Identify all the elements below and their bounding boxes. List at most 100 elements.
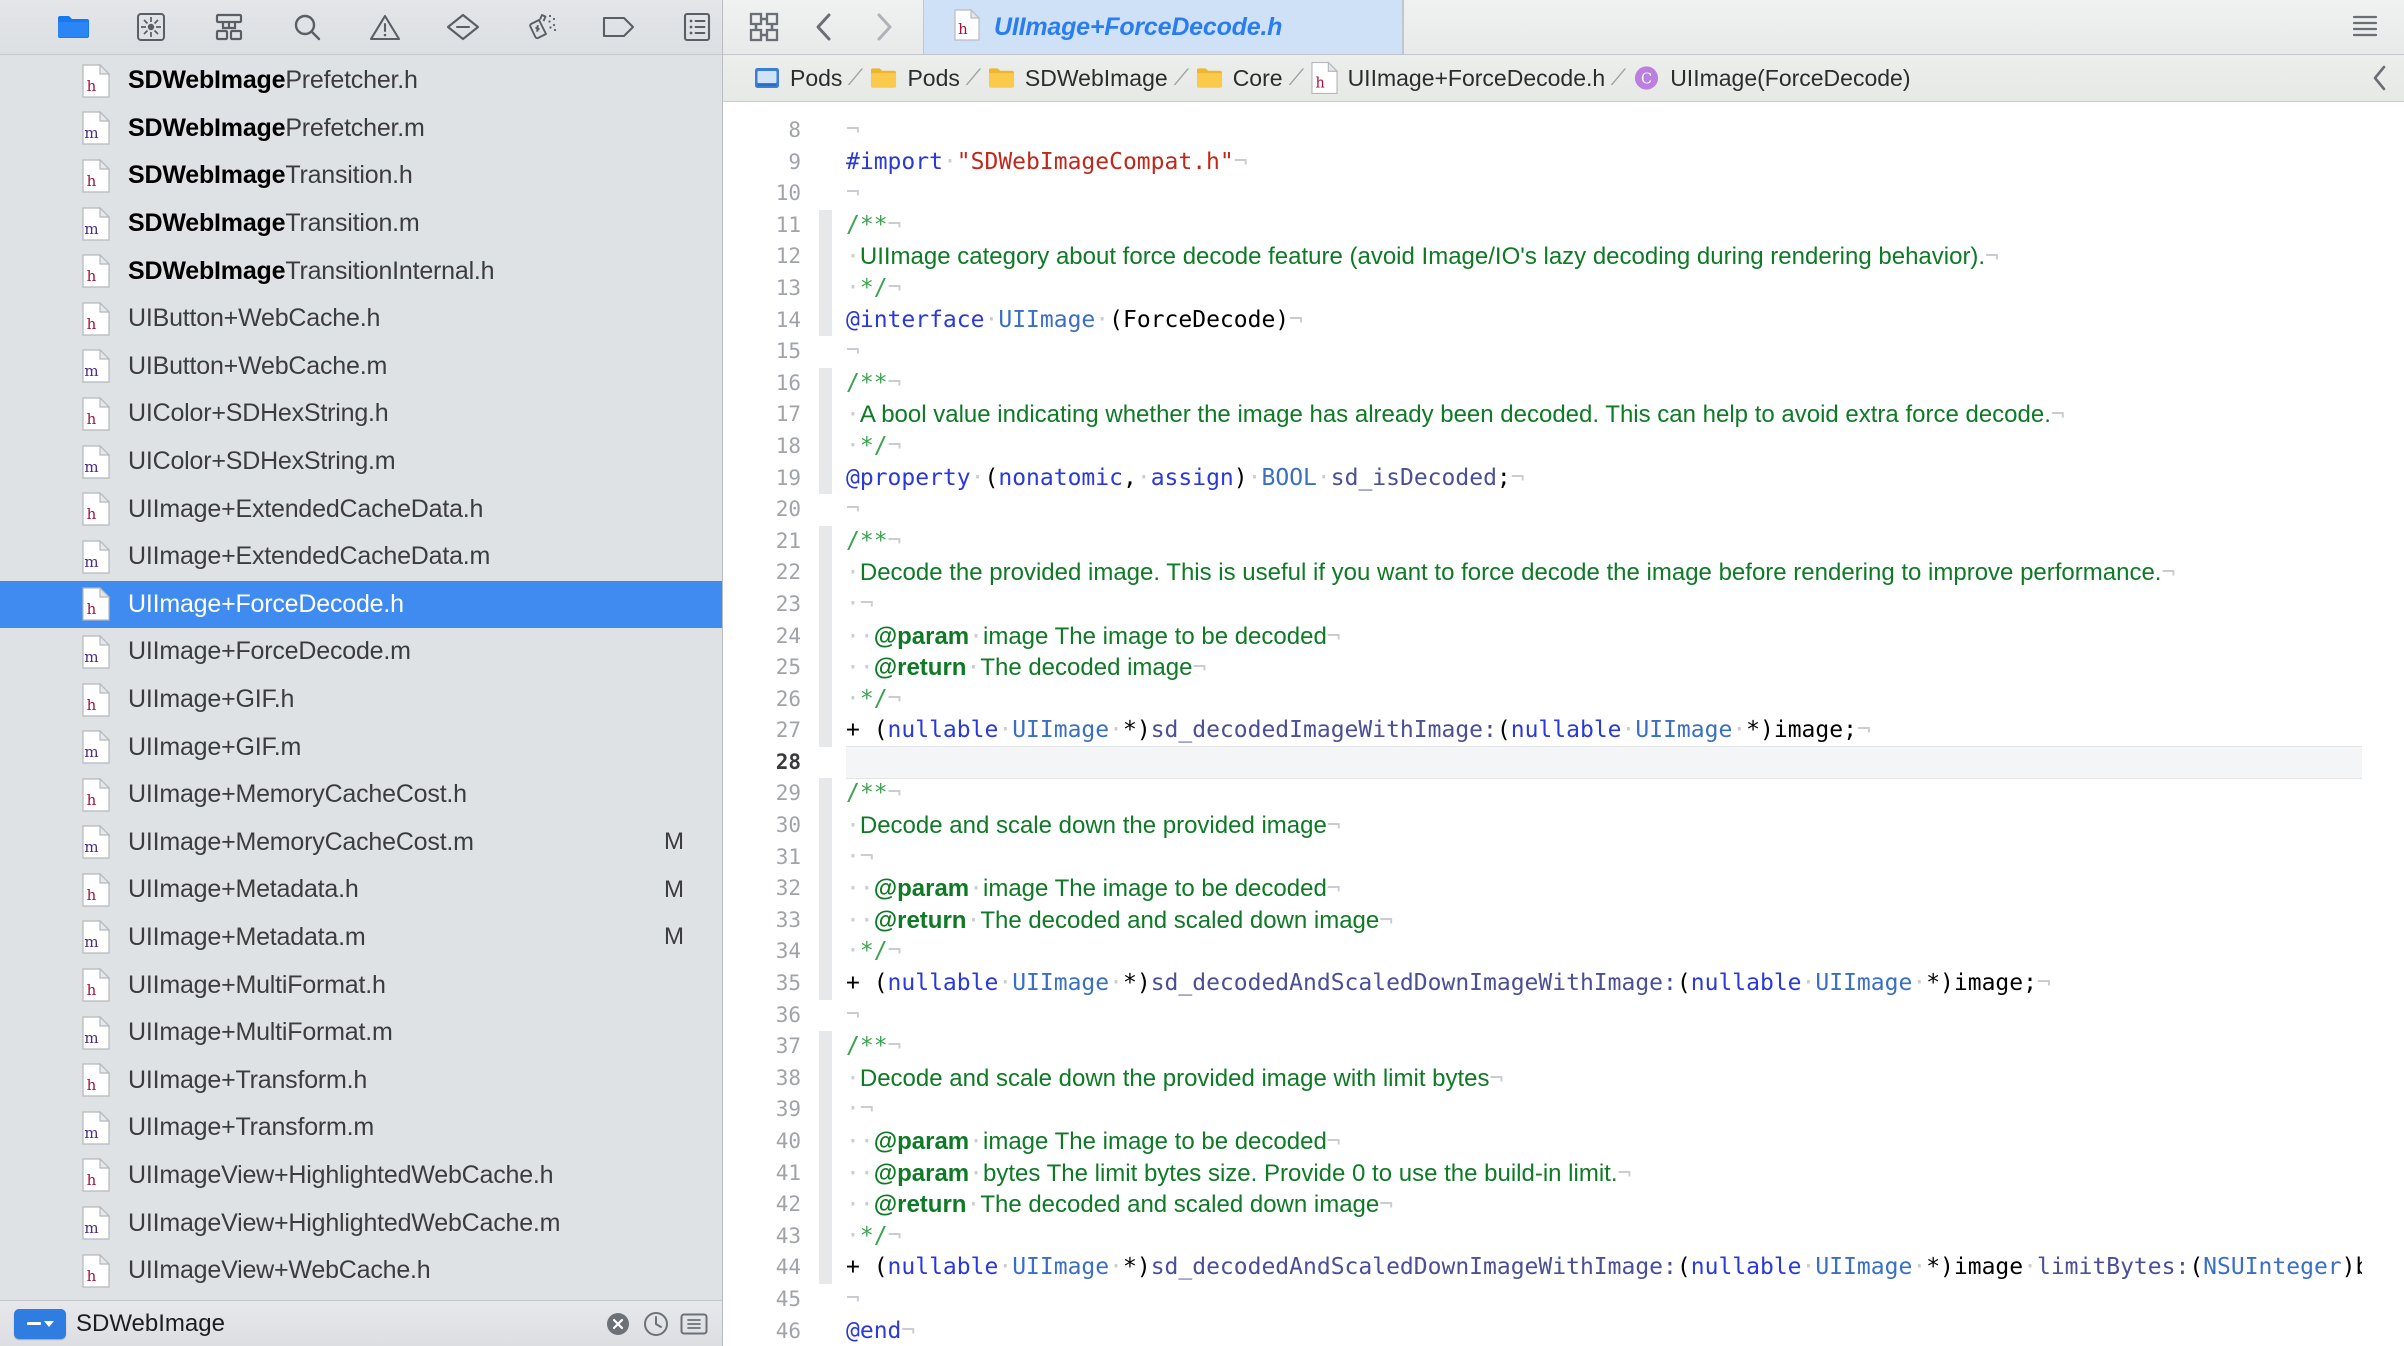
code-line[interactable]: ·A bool value indicating whether the ima…	[846, 399, 2362, 431]
chevron-left-icon[interactable]	[807, 10, 841, 44]
clock-icon[interactable]	[642, 1310, 670, 1338]
file-row[interactable]: h UIImage+Transform.h	[0, 1056, 722, 1104]
code-line[interactable]: ·¬	[846, 589, 2362, 621]
code-line[interactable]: /**¬	[846, 210, 2362, 242]
breadcrumb-item[interactable]: Core	[1188, 65, 1291, 92]
code-line[interactable]: ··@param·bytes The limit bytes size. Pro…	[846, 1158, 2362, 1190]
code-line[interactable]: ··@param·image The image to be decoded¬	[846, 873, 2362, 905]
code-line[interactable]	[846, 746, 2362, 779]
file-row[interactable]: m UIImage+ForceDecode.m	[0, 628, 722, 676]
file-row[interactable]: m UIImage+MultiFormat.m	[0, 1009, 722, 1057]
code-line[interactable]: ·*/¬	[846, 1221, 2362, 1253]
file-row[interactable]: m UIImage+Metadata.m M	[0, 914, 722, 962]
file-row[interactable]: m SDWebImagePrefetcher.m	[0, 105, 722, 153]
code-line[interactable]: + (nullable·UIImage·*)sd_decodedAndScale…	[846, 968, 2362, 1000]
file-row[interactable]: h UIImage+GIF.h	[0, 676, 722, 724]
related-items-grid-icon[interactable]	[747, 10, 781, 44]
code-line[interactable]: /**¬	[846, 368, 2362, 400]
hierarchy-icon[interactable]	[212, 10, 246, 44]
file-row[interactable]: h UIButton+WebCache.h	[0, 295, 722, 343]
filter-scope-button[interactable]	[14, 1308, 66, 1339]
code-line[interactable]: ¬	[846, 1284, 2362, 1316]
file-list[interactable]: h SDWebImagePrefetcher.h m SDWebImagePrefet…	[0, 55, 722, 1300]
code-line[interactable]: ·Decode and scale down the provided imag…	[846, 810, 2362, 842]
debug-spray-icon[interactable]	[524, 10, 558, 44]
code-line[interactable]: ¬	[846, 494, 2362, 526]
file-row[interactable]: h UIImageView+HighlightedWebCache.h	[0, 1152, 722, 1200]
code-line[interactable]: #import·"SDWebImageCompat.h"¬	[846, 147, 2362, 179]
test-diamond-icon[interactable]	[446, 10, 480, 44]
code-line[interactable]: /**¬	[846, 526, 2362, 558]
file-row[interactable]: h SDWebImageTransitionInternal.h	[0, 247, 722, 295]
breadcrumb[interactable]: Pods ∕ Pods ∕ SDWebImage ∕ Core ∕ h UIImage+Force…	[723, 55, 2404, 102]
code-token: ·	[846, 274, 860, 301]
code-line[interactable]: ·*/¬	[846, 273, 2362, 305]
code-line[interactable]: ·¬	[846, 1094, 2362, 1126]
breadcrumb-item[interactable]: h UIImage+ForceDecode.h	[1303, 61, 1614, 95]
code-line[interactable]: ·*/¬	[846, 936, 2362, 968]
editor-pane: h UIImage+ForceDecode.h Pods ∕ Pods ∕ SDWebI…	[723, 0, 2404, 1346]
file-row[interactable]: h UIImage+MemoryCacheCost.h	[0, 771, 722, 819]
chevron-right-icon[interactable]	[867, 10, 901, 44]
file-row[interactable]: h UIImage+MultiFormat.h	[0, 961, 722, 1009]
warning-triangle-icon[interactable]	[368, 10, 402, 44]
filter-input[interactable]: SDWebImage	[76, 1310, 594, 1338]
code-line[interactable]: ·Decode and scale down the provided imag…	[846, 1063, 2362, 1095]
status-badge: M	[664, 828, 684, 856]
file-row[interactable]: h UIImage+Metadata.h M	[0, 866, 722, 914]
code-token: Decode the provided image. This is usefu…	[859, 559, 2162, 587]
source-control-icon[interactable]	[134, 10, 168, 44]
file-row[interactable]: m UIButton+WebCache.m	[0, 343, 722, 391]
code-line[interactable]: ·*/¬	[846, 684, 2362, 716]
code-line[interactable]: ··@return·The decoded and scaled down im…	[846, 1189, 2362, 1221]
collapse-icon[interactable]	[680, 1310, 708, 1338]
file-row[interactable]: h UIColor+SDHexString.h	[0, 390, 722, 438]
file-row[interactable]: m UIImage+ExtendedCacheData.m	[0, 533, 722, 581]
file-row[interactable]: h SDWebImageTransition.h	[0, 152, 722, 200]
file-row[interactable]: m UIImageView+HighlightedWebCache.m	[0, 1199, 722, 1247]
code-line[interactable]: ·Decode the provided image. This is usef…	[846, 557, 2362, 589]
search-icon[interactable]	[290, 10, 324, 44]
file-row[interactable]: h UIImage+ExtendedCacheData.h	[0, 485, 722, 533]
code-line[interactable]: ··@param·image The image to be decoded¬	[846, 621, 2362, 653]
report-icon[interactable]	[680, 10, 714, 44]
breadcrumb-item[interactable]: SDWebImage	[980, 65, 1176, 92]
editor-tab-active[interactable]: h UIImage+ForceDecode.h	[923, 0, 1403, 54]
code-line[interactable]: /**¬	[846, 1031, 2362, 1063]
breadcrumb-item[interactable]: Pods	[862, 65, 967, 92]
file-row[interactable]: m SDWebImageTransition.m	[0, 200, 722, 248]
code-line[interactable]: ··@param·image The image to be decoded¬	[846, 1126, 2362, 1158]
file-row[interactable]: m UIImage+MemoryCacheCost.m M	[0, 819, 722, 867]
file-row[interactable]: m UIColor+SDHexString.m	[0, 438, 722, 486]
breadcrumb-item[interactable]: C UIImage(ForceDecode)	[1625, 65, 1918, 92]
code-line[interactable]: ¬	[846, 1000, 2362, 1032]
list-lines-icon[interactable]	[2348, 10, 2382, 44]
code-line[interactable]: ·UIImage category about force decode fea…	[846, 241, 2362, 273]
code-editor[interactable]: 8 9 10 11 12 13 14 15 16 17 18 19 20 21 22 23 24 25 26 27 28…	[723, 102, 2404, 1346]
code-line[interactable]: ··@return·The decoded and scaled down im…	[846, 905, 2362, 937]
code-line[interactable]: /**¬	[846, 778, 2362, 810]
breadcrumb-item[interactable]: Pods	[745, 65, 850, 92]
clear-circle-icon[interactable]	[604, 1310, 632, 1338]
code-line[interactable]: @property·(nonatomic,·assign)·BOOL·sd_is…	[846, 463, 2362, 495]
code-line[interactable]: ·*/¬	[846, 431, 2362, 463]
tag-icon[interactable]	[602, 10, 636, 44]
code-line[interactable]: + (nullable·UIImage·*)sd_decodedImageWit…	[846, 715, 2362, 747]
breadcrumb-collapse-chevron-left-icon[interactable]	[2370, 63, 2390, 93]
file-row[interactable]: h SDWebImagePrefetcher.h	[0, 57, 722, 105]
file-row[interactable]: h UIImageView+WebCache.h	[0, 1247, 722, 1295]
source-code[interactable]: ¬ #import·"SDWebImageCompat.h"¬ ¬/**¬ ·UIIm…	[832, 102, 2362, 1346]
file-row-selected[interactable]: h UIImage+ForceDecode.h	[0, 580, 722, 629]
code-line[interactable]: + (nullable·UIImage·*)sd_decodedAndScale…	[846, 1252, 2362, 1284]
code-line[interactable]: ¬	[846, 115, 2362, 147]
change-bar	[819, 1252, 832, 1284]
code-line[interactable]: @interface·UIImage·(ForceDecode)¬	[846, 305, 2362, 337]
code-line[interactable]: ·¬	[846, 842, 2362, 874]
folder-icon[interactable]	[56, 10, 90, 44]
file-row[interactable]: m UIImage+GIF.m	[0, 723, 722, 771]
code-line[interactable]: ¬	[846, 336, 2362, 368]
code-line[interactable]: ¬	[846, 178, 2362, 210]
code-line[interactable]: ··@return·The decoded image¬	[846, 652, 2362, 684]
file-row[interactable]: m UIImage+Transform.m	[0, 1104, 722, 1152]
code-line[interactable]: @end¬	[846, 1316, 2362, 1346]
